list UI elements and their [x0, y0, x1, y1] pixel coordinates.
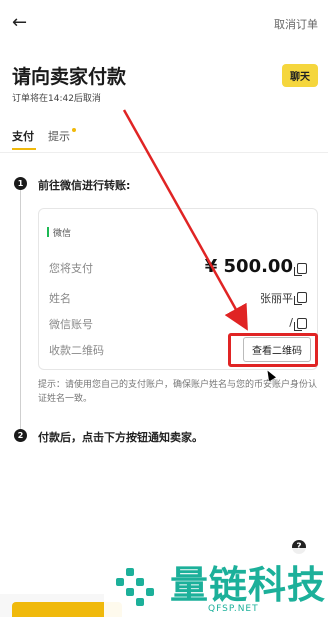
annotation-arrow — [122, 109, 248, 331]
watermark-text: 量链科技 — [170, 563, 327, 607]
watermark-logo-icon — [116, 568, 154, 606]
watermark: 量链科技 QFSP.NET — [104, 548, 328, 617]
watermark-subtext: QFSP.NET — [208, 604, 259, 614]
